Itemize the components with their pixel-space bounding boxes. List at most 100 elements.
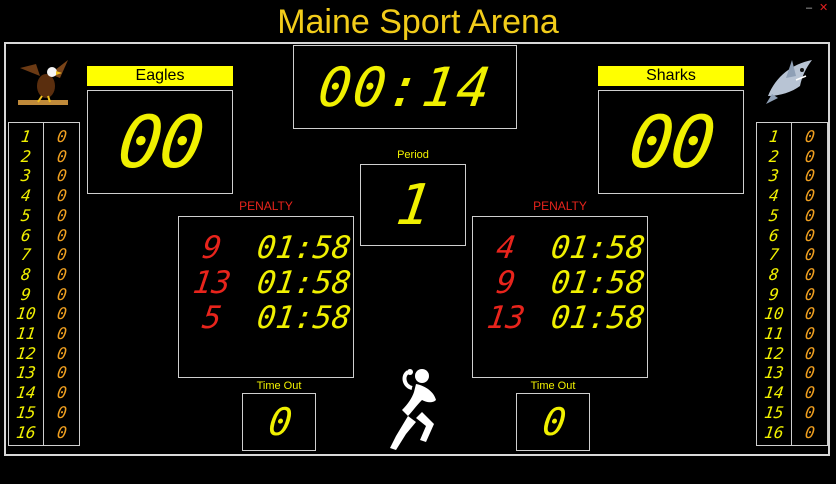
away-roster-player-number: 5 xyxy=(767,205,781,225)
close-button[interactable]: ✕ xyxy=(819,2,828,14)
home-roster-player-number: 8 xyxy=(19,264,33,284)
away-roster-player-points: 0 xyxy=(803,284,817,304)
shark-icon xyxy=(762,56,818,106)
home-roster-player-number: 3 xyxy=(19,166,33,186)
away-penalty-row[interactable]: 13 01:58 xyxy=(473,300,647,336)
away-roster-player-number: 3 xyxy=(767,166,781,186)
away-roster-player-number: 14 xyxy=(763,383,785,403)
home-roster-row[interactable]: 14 0 xyxy=(8,383,83,402)
home-roster-player-number: 1 xyxy=(19,127,33,146)
away-roster-row[interactable]: 20 xyxy=(756,147,831,166)
away-roster-row[interactable]: 70 xyxy=(756,245,831,264)
away-penalty-label: PENALTY xyxy=(533,199,587,213)
home-roster-row[interactable]: 40 xyxy=(8,186,83,205)
away-roster-row[interactable]: 10 0 xyxy=(756,304,831,323)
home-team-name: Eagles xyxy=(87,66,233,86)
away-penalty-box[interactable]: 4 01:58 9 01:58 13 01:58 xyxy=(472,216,648,378)
away-penalty-row[interactable]: 9 01:58 xyxy=(473,265,647,301)
home-roster-player-points: 0 xyxy=(55,284,69,304)
away-roster-player-points: 0 xyxy=(803,402,817,422)
away-penalty-row[interactable]: 4 01:58 xyxy=(473,230,647,266)
home-roster-player-points: 0 xyxy=(55,363,69,383)
minimize-button[interactable]: – xyxy=(806,2,812,14)
away-roster-row[interactable]: 13 0 xyxy=(756,363,831,382)
away-roster-row[interactable]: 15 0 xyxy=(756,403,831,422)
away-roster-row[interactable]: 11 0 xyxy=(756,324,831,343)
home-penalty-box[interactable]: 9 01:58 13 01:58 5 01:58 xyxy=(178,216,354,378)
away-roster: 1 0 2 0 3 0 4 0 5 0 6 0 7 0 8 0 9 0 10 0 11 0 12 0 13 0 14 0 15 0 16 0 xyxy=(756,122,828,446)
away-roster-player-points: 0 xyxy=(803,383,817,403)
away-roster-row[interactable]: 10 xyxy=(756,127,831,146)
away-roster-player-number: 15 xyxy=(763,402,785,422)
away-roster-player-number: 8 xyxy=(767,264,781,284)
home-roster-player-points: 0 xyxy=(55,383,69,403)
away-score-box[interactable]: 00 xyxy=(598,90,744,194)
home-roster-row[interactable]: 70 xyxy=(8,245,83,264)
home-roster-player-points: 0 xyxy=(55,166,69,186)
home-score: 00 xyxy=(112,100,208,184)
home-roster-row[interactable]: 20 xyxy=(8,147,83,166)
home-roster-player-number: 12 xyxy=(15,343,37,363)
home-score-box[interactable]: 00 xyxy=(87,90,233,194)
away-penalty-player: 4 xyxy=(494,230,518,266)
away-roster-row[interactable]: 90 xyxy=(756,285,831,304)
home-roster-row[interactable]: 12 0 xyxy=(8,344,83,363)
home-penalty-row[interactable]: 13 01:58 xyxy=(179,265,353,301)
home-roster-row[interactable]: 60 xyxy=(8,226,83,245)
away-roster-row[interactable]: 14 0 xyxy=(756,383,831,402)
home-roster-player-points: 0 xyxy=(55,127,69,146)
home-roster-row[interactable]: 10 xyxy=(8,127,83,146)
home-roster-player-points: 0 xyxy=(55,343,69,363)
away-roster-row[interactable]: 50 xyxy=(756,206,831,225)
away-roster-row[interactable]: 30 xyxy=(756,166,831,185)
home-timeout-value: 0 xyxy=(265,400,293,444)
away-timeout-label: Time Out xyxy=(530,380,576,392)
away-roster-row[interactable]: 40 xyxy=(756,186,831,205)
away-roster-row[interactable]: 60 xyxy=(756,226,831,245)
home-roster-player-points: 0 xyxy=(55,402,69,422)
home-penalty-row[interactable]: 9 01:58 xyxy=(179,230,353,266)
away-roster-player-points: 0 xyxy=(803,146,817,166)
away-roster-player-points: 0 xyxy=(803,127,817,146)
game-clock[interactable]: 00:14 xyxy=(293,45,517,129)
home-roster-row[interactable]: 11 0 xyxy=(8,324,83,343)
away-penalty-time: 01:58 xyxy=(548,300,648,336)
home-timeout-box[interactable]: 0 xyxy=(242,393,316,451)
home-roster-player-number: 15 xyxy=(15,402,37,422)
home-roster-player-number: 16 xyxy=(15,422,37,442)
away-roster-player-points: 0 xyxy=(803,304,817,324)
home-roster-row[interactable]: 16 0 xyxy=(8,423,83,442)
period-value: 1 xyxy=(392,172,434,238)
period-box[interactable]: 1 xyxy=(360,164,466,246)
home-roster-player-number: 11 xyxy=(15,324,37,343)
away-roster-row[interactable]: 16 0 xyxy=(756,423,831,442)
home-roster-row[interactable]: 10 0 xyxy=(8,304,83,323)
home-roster-row[interactable]: 15 0 xyxy=(8,403,83,422)
home-penalty-time: 01:58 xyxy=(254,300,354,336)
away-roster-player-number: 2 xyxy=(767,146,781,166)
away-roster-row[interactable]: 12 0 xyxy=(756,344,831,363)
home-penalty-time: 01:58 xyxy=(254,265,354,301)
home-roster-player-points: 0 xyxy=(55,324,69,343)
away-roster-player-number: 13 xyxy=(763,363,785,383)
home-roster-row[interactable]: 90 xyxy=(8,285,83,304)
home-roster-player-number: 7 xyxy=(19,245,33,265)
home-roster-row[interactable]: 50 xyxy=(8,206,83,225)
home-penalty-row[interactable]: 5 01:58 xyxy=(179,300,353,336)
home-roster-player-number: 4 xyxy=(19,186,33,206)
away-roster-player-number: 4 xyxy=(767,186,781,206)
away-roster-player-number: 9 xyxy=(767,284,781,304)
game-clock-value: 00:14 xyxy=(314,55,496,119)
away-roster-player-number: 11 xyxy=(763,324,785,343)
home-roster-row[interactable]: 13 0 xyxy=(8,363,83,382)
home-roster-row[interactable]: 30 xyxy=(8,166,83,185)
home-roster-player-points: 0 xyxy=(55,422,69,442)
home-roster-row[interactable]: 80 xyxy=(8,265,83,284)
away-roster-player-points: 0 xyxy=(803,186,817,206)
away-roster-player-points: 0 xyxy=(803,422,817,442)
home-roster-player-number: 10 xyxy=(15,304,37,324)
away-timeout-box[interactable]: 0 xyxy=(516,393,590,451)
away-roster-player-number: 12 xyxy=(763,343,785,363)
away-roster-player-points: 0 xyxy=(803,205,817,225)
away-roster-row[interactable]: 80 xyxy=(756,265,831,284)
